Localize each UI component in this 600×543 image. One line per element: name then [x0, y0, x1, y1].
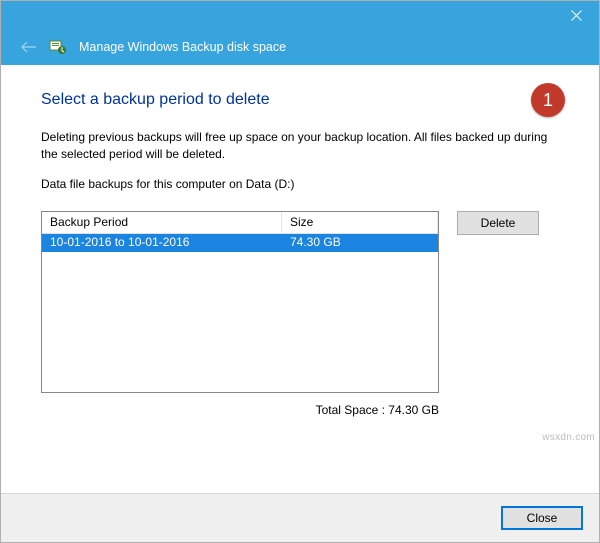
window-title: Manage Windows Backup disk space [79, 40, 286, 54]
table-row[interactable]: 10-01-2016 to 10-01-2016 74.30 GB [42, 234, 438, 252]
backup-table: Backup Period Size 10-01-2016 to 10-01-2… [41, 211, 439, 393]
delete-button[interactable]: Delete [457, 211, 539, 235]
watermark-text: wsxdn.com [542, 432, 595, 443]
cell-period: 10-01-2016 to 10-01-2016 [42, 234, 282, 252]
column-header-period[interactable]: Backup Period [42, 212, 282, 233]
titlebar-main: Manage Windows Backup disk space [1, 29, 599, 65]
titlebar-controls [1, 1, 599, 29]
dialog-footer: Close [1, 494, 599, 542]
cell-size: 74.30 GB [282, 234, 438, 252]
total-space-label: Total Space : 74.30 GB [41, 403, 439, 417]
subdescription-text: Data file backups for this computer on D… [41, 177, 559, 191]
titlebar: Manage Windows Backup disk space [1, 1, 599, 65]
content-area: 1 Select a backup period to delete Delet… [1, 65, 599, 493]
column-header-size[interactable]: Size [282, 212, 438, 233]
description-text: Deleting previous backups will free up s… [41, 129, 559, 163]
table-area: Backup Period Size 10-01-2016 to 10-01-2… [41, 211, 559, 393]
page-heading: Select a backup period to delete [41, 91, 559, 109]
table-header: Backup Period Size [42, 212, 438, 234]
back-arrow-icon [21, 39, 37, 55]
close-button[interactable]: Close [501, 506, 583, 530]
window-close-button[interactable] [553, 1, 599, 29]
app-icon [49, 38, 67, 56]
dialog-window: Manage Windows Backup disk space 1 Selec… [0, 0, 600, 543]
annotation-badge: 1 [531, 83, 565, 117]
close-icon [571, 10, 582, 21]
